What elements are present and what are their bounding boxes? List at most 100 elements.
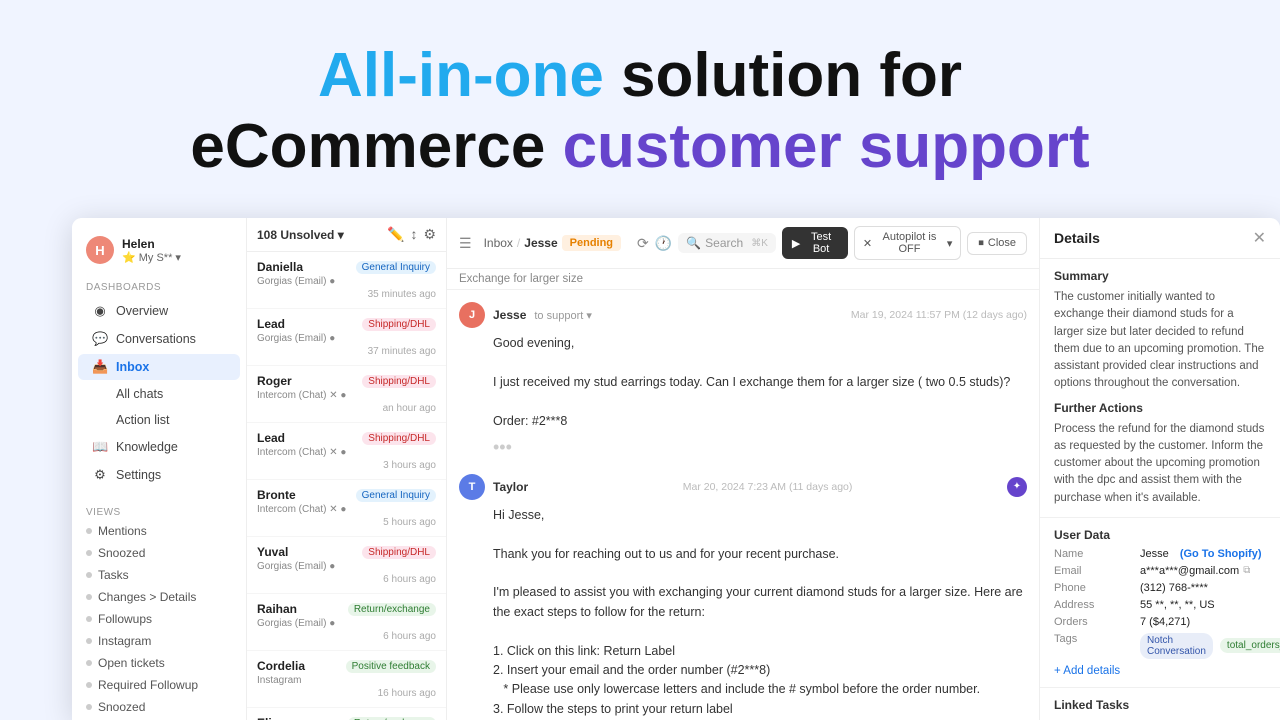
- conv-item-yuval[interactable]: Yuval Shipping/DHL Gorgias (Email) ● 6 h…: [247, 537, 446, 594]
- tag-notch[interactable]: Notch Conversation: [1140, 633, 1213, 659]
- message-meta: T Taylor Mar 20, 2024 7:23 AM (11 days a…: [459, 474, 1027, 500]
- conv-item-raihan[interactable]: Raihan Return/exchange Gorgias (Email) ●…: [247, 594, 446, 651]
- conv-source: Intercom (Chat) ✕ ●: [257, 390, 436, 401]
- sidebar-item-label: Inbox: [116, 360, 149, 374]
- sidebar-item-label: Action list: [116, 413, 170, 427]
- sidebar-toggle-icon[interactable]: ☰: [459, 235, 472, 252]
- user-data-title: User Data: [1054, 528, 1266, 542]
- view-label: Instagram: [98, 634, 151, 648]
- chat-subject: Exchange for larger size: [447, 269, 1039, 290]
- conv-tag: General Inquiry: [356, 489, 436, 502]
- hero-ecommerce: eCommerce: [190, 112, 562, 181]
- app-window: H Helen ⭐ My S** ▾ Dashboards ◉ Overview…: [72, 218, 1280, 720]
- sidebar-view-snoozed2[interactable]: Snoozed: [72, 696, 246, 718]
- breadcrumb-sep: /: [517, 236, 520, 250]
- sidebar-view-required-followup[interactable]: Required Followup: [72, 674, 246, 696]
- refresh-icon[interactable]: ⟳: [637, 235, 649, 252]
- search-shortcut: ⌘K: [751, 238, 768, 249]
- avatar: H: [86, 236, 114, 264]
- copy-email-icon[interactable]: ⧉: [1243, 565, 1250, 576]
- orders-value: 7 ($4,271): [1140, 616, 1280, 628]
- close-icon: ⏹: [978, 237, 984, 250]
- details-close-button[interactable]: ✕: [1253, 228, 1266, 248]
- views-label: Views: [72, 501, 246, 520]
- linked-tasks-title: Linked Tasks: [1054, 698, 1266, 712]
- sidebar-item-label: Knowledge: [116, 440, 178, 454]
- sender-name: Taylor: [493, 480, 528, 494]
- tags-label: Tags: [1054, 633, 1134, 659]
- user-data-section: User Data Name Jesse (Go To Shopify) Ema…: [1040, 518, 1280, 688]
- sidebar-view-snoozed[interactable]: Snoozed: [72, 542, 246, 564]
- conv-source: Gorgias (Email) ●: [257, 618, 436, 629]
- conv-item-daniella[interactable]: Daniella General Inquiry Gorgias (Email)…: [247, 252, 446, 309]
- conv-tag: Return/exchange: [348, 603, 436, 616]
- sidebar-user[interactable]: H Helen ⭐ My S** ▾: [72, 230, 246, 274]
- conv-time: 6 hours ago: [257, 631, 436, 642]
- summary-section: Summary The customer initially wanted to…: [1040, 259, 1280, 518]
- chat-area: ☰ Inbox / Jesse Pending ⟳ 🕐 🔍 Search ⌘K …: [447, 218, 1040, 720]
- user-name: Helen: [122, 237, 181, 251]
- history-icon[interactable]: 🕐: [655, 235, 672, 252]
- conv-item-roger[interactable]: Roger Shipping/DHL Intercom (Chat) ✕ ● a…: [247, 366, 446, 423]
- sidebar-view-tasks[interactable]: Tasks: [72, 564, 246, 586]
- sidebar-item-settings[interactable]: ⚙ Settings: [78, 462, 240, 488]
- conv-item-elise[interactable]: Elise Return/exchange Gorgias (Email) ● …: [247, 708, 446, 720]
- message-jesse: J Jesse to support ▾ Mar 19, 2024 11:57 …: [459, 302, 1027, 458]
- sidebar-item-label: All chats: [116, 387, 163, 401]
- tag-total-orders[interactable]: total_orders_7: [1220, 638, 1280, 653]
- breadcrumb: Inbox / Jesse Pending: [484, 235, 621, 251]
- test-bot-button[interactable]: ▶ Test Bot: [782, 227, 848, 259]
- search-placeholder: Search: [705, 236, 743, 250]
- autopilot-button[interactable]: ✕ Autopilot is OFF ▾: [854, 226, 962, 260]
- sidebar-item-conversations[interactable]: 💬 Conversations: [78, 326, 240, 352]
- conv-count[interactable]: 108 Unsolved ▾: [257, 228, 344, 242]
- sidebar-view-changes[interactable]: Changes > Details: [72, 586, 246, 608]
- breadcrumb-inbox[interactable]: Inbox: [484, 236, 513, 250]
- sort-icon[interactable]: ↕: [410, 226, 417, 243]
- conv-time: 6 hours ago: [257, 574, 436, 585]
- summary-text: The customer initially wanted to exchang…: [1054, 289, 1266, 393]
- chat-messages: J Jesse to support ▾ Mar 19, 2024 11:57 …: [447, 290, 1039, 720]
- conv-time: an hour ago: [257, 403, 436, 414]
- conv-item-bronte[interactable]: Bronte General Inquiry Intercom (Chat) ✕…: [247, 480, 446, 537]
- conv-header-icons: ✏️ ↕ ⚙: [387, 226, 436, 243]
- conv-source: Intercom (Chat) ✕ ●: [257, 504, 436, 515]
- breadcrumb-current: Jesse: [524, 236, 557, 250]
- view-label: Changes > Details: [98, 590, 196, 604]
- sidebar-view-followups[interactable]: Followups: [72, 608, 246, 630]
- conv-name: Bronte: [257, 488, 296, 502]
- address-value: 55 **, **, **, US: [1140, 599, 1280, 611]
- chat-search[interactable]: 🔍 Search ⌘K: [678, 233, 776, 253]
- sender-name: Jesse: [493, 308, 526, 322]
- sidebar-item-actionlist[interactable]: Action list: [78, 408, 240, 432]
- msg-body: Good evening, I just received my stud ea…: [459, 334, 1027, 431]
- message-taylor: T Taylor Mar 20, 2024 7:23 AM (11 days a…: [459, 474, 1027, 720]
- conv-item-lead1[interactable]: Lead Shipping/DHL Gorgias (Email) ● 37 m…: [247, 309, 446, 366]
- settings-icon: ⚙: [92, 467, 108, 483]
- knowledge-icon: 📖: [92, 439, 108, 455]
- conv-time: 35 minutes ago: [257, 289, 436, 300]
- sidebar-view-open-tickets[interactable]: Open tickets: [72, 652, 246, 674]
- conv-name: Raihan: [257, 602, 297, 616]
- phone-value: (312) 768-****: [1140, 582, 1280, 594]
- shopify-link[interactable]: (Go To Shopify): [1180, 548, 1262, 560]
- pending-badge: Pending: [562, 235, 621, 251]
- details-title: Details: [1054, 230, 1100, 246]
- hero-allinone: All-in-one: [318, 41, 604, 110]
- conv-name: Cordelia: [257, 659, 305, 673]
- sidebar-item-inbox[interactable]: 📥 Inbox: [78, 354, 240, 380]
- add-details-button[interactable]: + Add details: [1054, 659, 1266, 677]
- sidebar-view-mentions[interactable]: Mentions: [72, 520, 246, 542]
- conv-tag: Shipping/DHL: [362, 375, 436, 388]
- conv-item-lead2[interactable]: Lead Shipping/DHL Intercom (Chat) ✕ ● 3 …: [247, 423, 446, 480]
- sidebar-item-overview[interactable]: ◉ Overview: [78, 298, 240, 324]
- compose-icon[interactable]: ✏️: [387, 226, 404, 243]
- sidebar-view-instagram[interactable]: Instagram: [72, 630, 246, 652]
- conv-item-cordelia[interactable]: Cordelia Positive feedback Instagram 16 …: [247, 651, 446, 708]
- sidebar-item-allchats[interactable]: All chats: [78, 382, 240, 406]
- close-button[interactable]: ⏹ Close: [967, 232, 1027, 255]
- chevron-down-icon: ▾: [947, 237, 953, 250]
- summary-title: Summary: [1054, 269, 1266, 283]
- sidebar-item-knowledge[interactable]: 📖 Knowledge: [78, 434, 240, 460]
- filter-icon[interactable]: ⚙: [423, 226, 436, 243]
